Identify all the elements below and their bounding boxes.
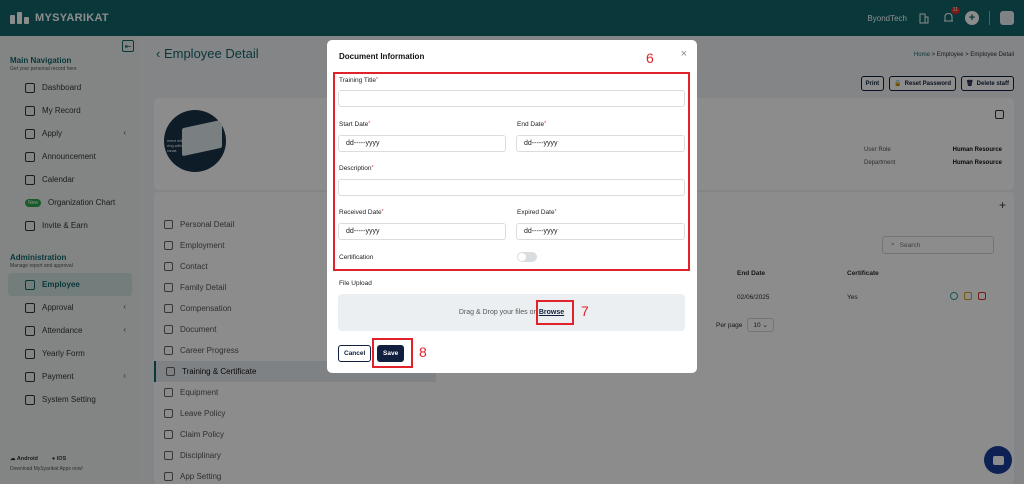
save-highlight-box: [372, 338, 413, 368]
annotation-8: 8: [419, 344, 427, 360]
drop-text: Drag & Drop your files or: [458, 309, 536, 316]
cancel-button[interactable]: Cancel: [338, 345, 372, 362]
close-icon[interactable]: ×: [681, 48, 687, 60]
annotation-6: 6: [646, 50, 654, 66]
form-highlight-box: [333, 72, 690, 271]
browse-highlight-box: [536, 300, 574, 325]
modal-title: Document Information: [339, 52, 425, 61]
annotation-7: 7: [581, 303, 589, 319]
file-drop-zone[interactable]: Drag & Drop your files or Browse: [338, 294, 685, 331]
file-upload-label: File Upload: [339, 280, 372, 287]
